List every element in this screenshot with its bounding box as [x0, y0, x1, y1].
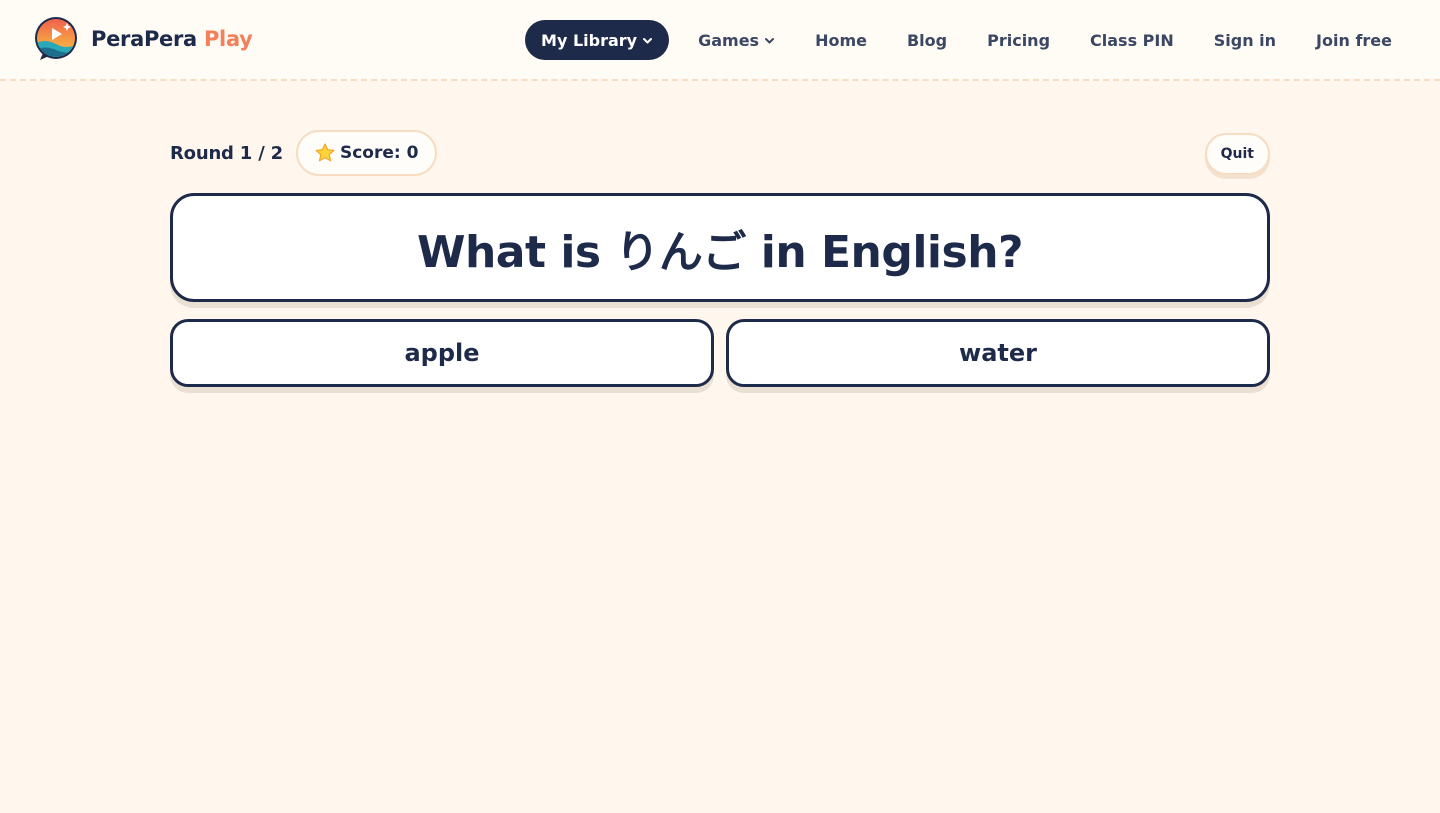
- main-nav: My Library Games Home Blog Pricing Class…: [525, 20, 1412, 60]
- question-text: What is りんご in English?: [416, 226, 1024, 278]
- speech-bubble-logo-icon: [35, 17, 77, 60]
- nav-join-free-link[interactable]: Join free: [1296, 20, 1412, 60]
- brand-name-main: PeraPera: [91, 27, 197, 51]
- brand-name: PeraPera Play: [91, 27, 253, 51]
- nav-sign-in-link[interactable]: Sign in: [1194, 20, 1296, 60]
- nav-games-dropdown[interactable]: Games: [678, 20, 795, 60]
- quit-button[interactable]: Quit: [1204, 133, 1270, 175]
- quiz-game-area: Round 1 / 2 Score: 0 Quit What is りんご in…: [170, 130, 1270, 387]
- nav-blog-link[interactable]: Blog: [887, 20, 967, 60]
- chevron-down-icon: [764, 35, 775, 46]
- round-counter: Round 1 / 2: [170, 142, 283, 164]
- question-card: What is りんご in English?: [170, 193, 1270, 302]
- game-status-row: Round 1 / 2 Score: 0 Quit: [170, 130, 1270, 176]
- score-label: Score: 0: [339, 143, 419, 163]
- top-navigation-bar: PeraPera Play My Library Games Home Blog…: [0, 0, 1440, 81]
- nav-games-label: Games: [698, 30, 760, 50]
- brand-name-accent: Play: [203, 27, 253, 51]
- nav-home-link[interactable]: Home: [795, 20, 887, 60]
- answer-option-apple[interactable]: apple: [170, 319, 714, 387]
- nav-pricing-link[interactable]: Pricing: [967, 20, 1070, 60]
- chevron-down-icon: [642, 35, 653, 46]
- answer-options: apple water: [170, 319, 1270, 387]
- nav-class-pin-link[interactable]: Class PIN: [1070, 20, 1194, 60]
- brand-logo-link[interactable]: PeraPera Play: [34, 17, 253, 61]
- nav-my-library-dropdown[interactable]: My Library: [525, 20, 670, 60]
- answer-option-water[interactable]: water: [726, 319, 1270, 387]
- star-icon: [315, 143, 335, 162]
- score-badge: Score: 0: [295, 130, 438, 176]
- nav-my-library-label: My Library: [541, 30, 638, 50]
